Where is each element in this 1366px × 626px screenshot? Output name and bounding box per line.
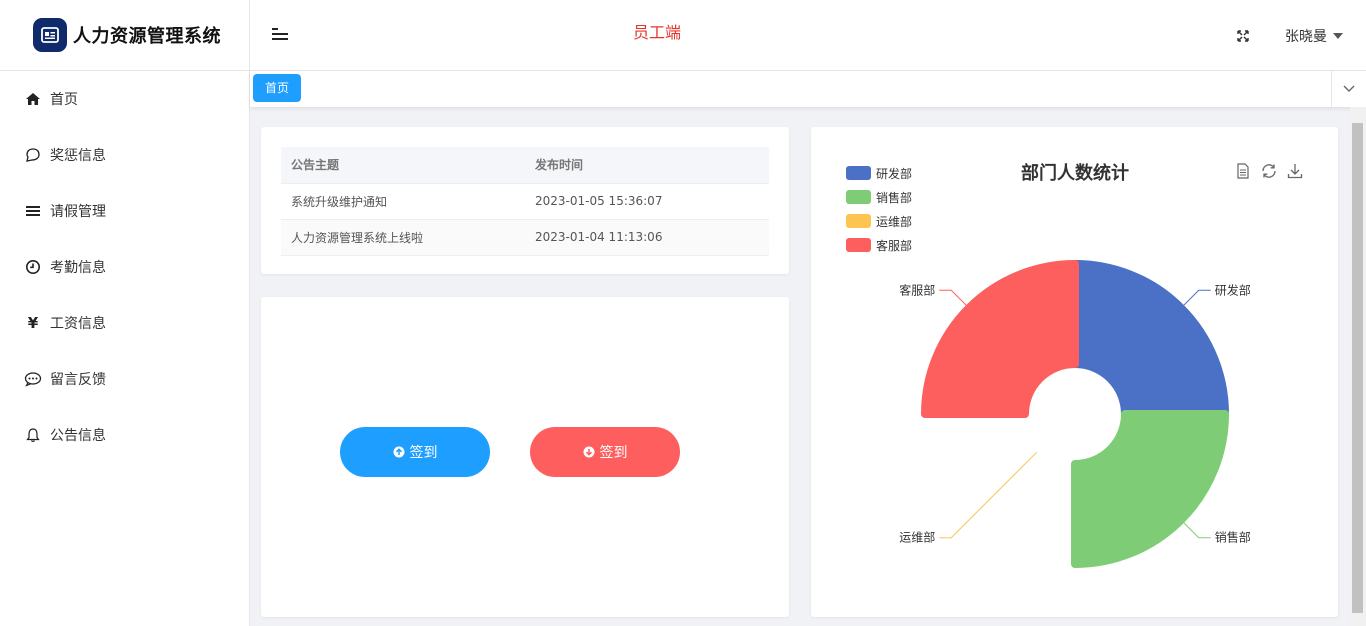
- tab-dropdown-button[interactable]: [1331, 71, 1366, 107]
- checkout-button-label: 签到: [599, 445, 628, 461]
- notice-table: 公告主题 发布时间 系统升级维护通知 2023-01-05 15:36:07 人…: [281, 147, 769, 256]
- chart-card: 研发部 销售部 运维部 客服部 部门人数统计 研发部 销售部 运维部 客服部: [811, 127, 1338, 617]
- checkin-button-label: 签到: [409, 445, 438, 461]
- label-line: [939, 289, 967, 306]
- sidebar-item-home[interactable]: 首页: [0, 71, 249, 127]
- chart-title: 部门人数统计: [1021, 163, 1129, 184]
- slice-label: 研发部: [1215, 282, 1251, 297]
- legend-item[interactable]: 研发部: [846, 161, 912, 185]
- sidebar-item-label: 留言反馈: [50, 372, 106, 388]
- bell-icon: [24, 426, 42, 444]
- chevron-down-icon: [1343, 85, 1355, 92]
- checkin-card: 签到 签到: [261, 297, 789, 617]
- page-scrollbar[interactable]: [1350, 107, 1366, 626]
- sidebar-item-salary[interactable]: ¥ 工资信息: [0, 295, 249, 351]
- slice-label: 客服部: [899, 282, 935, 297]
- notice-title: 人力资源管理系统上线啦: [281, 219, 525, 256]
- legend-swatch: [846, 238, 871, 252]
- role-label: 员工端: [633, 23, 682, 42]
- menu-list-icon: [24, 202, 42, 220]
- comment-dots-icon: [24, 370, 42, 388]
- notice-title: 系统升级维护通知: [281, 183, 525, 220]
- chart-slice[interactable]: [1071, 260, 1229, 418]
- chart-legend: 研发部销售部运维部客服部: [846, 161, 912, 257]
- sidebar-item-label: 工资信息: [50, 316, 106, 332]
- slice-label: 运维部: [899, 530, 935, 545]
- arrow-up-circle-icon: [393, 446, 404, 458]
- download-icon[interactable]: [1286, 162, 1304, 180]
- label-line: [1183, 289, 1211, 306]
- chart-toolbox: [1234, 162, 1304, 180]
- caret-down-icon: [1333, 33, 1343, 39]
- menu-toggle-icon[interactable]: [272, 28, 288, 42]
- home-icon: [24, 90, 42, 108]
- legend-item[interactable]: 运维部: [846, 209, 912, 233]
- logo-icon: [33, 18, 67, 52]
- table-row[interactable]: 系统升级维护通知 2023-01-05 15:36:07: [281, 183, 769, 220]
- label-line: [1183, 522, 1211, 539]
- sidebar-item-label: 奖惩信息: [50, 148, 106, 164]
- app-title: 人力资源管理系统: [73, 26, 221, 47]
- chart-slice[interactable]: [921, 260, 1079, 418]
- tab-home[interactable]: 首页: [253, 74, 302, 102]
- legend-label: 销售部: [876, 190, 913, 205]
- checkin-button[interactable]: 签到: [340, 427, 490, 477]
- legend-swatch: [846, 190, 871, 204]
- label-line: [939, 451, 1038, 539]
- sidebar-item-feedback[interactable]: 留言反馈: [0, 351, 249, 407]
- sidebar-item-rewards[interactable]: 奖惩信息: [0, 127, 249, 183]
- checkout-button[interactable]: 签到: [530, 427, 680, 477]
- sidebar: 人力资源管理系统 首页 奖惩信息 请假管理 考勤信息 ¥ 工资信息 留言反馈 公…: [0, 0, 250, 626]
- sidebar-item-announcements[interactable]: 公告信息: [0, 407, 249, 463]
- notice-time: 2023-01-05 15:36:07: [525, 183, 769, 220]
- legend-label: 运维部: [876, 214, 913, 229]
- fullscreen-icon[interactable]: [1236, 28, 1250, 42]
- slice-label: 销售部: [1215, 530, 1251, 545]
- yen-icon: ¥: [27, 314, 39, 332]
- user-menu[interactable]: 张晓曼: [1285, 26, 1343, 46]
- scrollbar-thumb[interactable]: [1352, 123, 1363, 613]
- notice-card: 公告主题 发布时间 系统升级维护通知 2023-01-05 15:36:07 人…: [261, 127, 789, 274]
- legend-label: 研发部: [876, 166, 913, 181]
- sidebar-item-label: 公告信息: [50, 428, 106, 444]
- chat-bubble-icon: [24, 146, 42, 164]
- clock-icon: [24, 258, 42, 276]
- data-view-icon[interactable]: [1234, 162, 1252, 180]
- legend-swatch: [846, 166, 871, 180]
- arrow-down-circle-icon: [583, 446, 594, 458]
- sidebar-item-leave[interactable]: 请假管理: [0, 183, 249, 239]
- column-header-time: 发布时间: [525, 147, 769, 184]
- sidebar-item-label: 首页: [50, 92, 78, 108]
- sidebar-menu: 首页 奖惩信息 请假管理 考勤信息 ¥ 工资信息 留言反馈 公告信息: [0, 71, 249, 463]
- chart-slice[interactable]: [1071, 410, 1229, 568]
- sidebar-item-attendance[interactable]: 考勤信息: [0, 239, 249, 295]
- top-header: 员工端 张晓曼: [250, 0, 1366, 71]
- legend-label: 客服部: [876, 238, 913, 253]
- refresh-icon[interactable]: [1260, 162, 1278, 180]
- brand: 人力资源管理系统: [0, 0, 249, 71]
- sidebar-item-label: 考勤信息: [50, 260, 106, 276]
- sidebar-item-label: 请假管理: [50, 204, 106, 220]
- tab-bar: 首页: [250, 71, 1366, 107]
- legend-item[interactable]: 客服部: [846, 233, 912, 257]
- column-header-title: 公告主题: [281, 147, 525, 184]
- notice-time: 2023-01-04 11:13:06: [525, 219, 769, 256]
- legend-swatch: [846, 214, 871, 228]
- user-name: 张晓曼: [1285, 29, 1327, 45]
- table-row[interactable]: 人力资源管理系统上线啦 2023-01-04 11:13:06: [281, 219, 769, 256]
- legend-item[interactable]: 销售部: [846, 185, 912, 209]
- table-header-row: 公告主题 发布时间: [281, 147, 769, 184]
